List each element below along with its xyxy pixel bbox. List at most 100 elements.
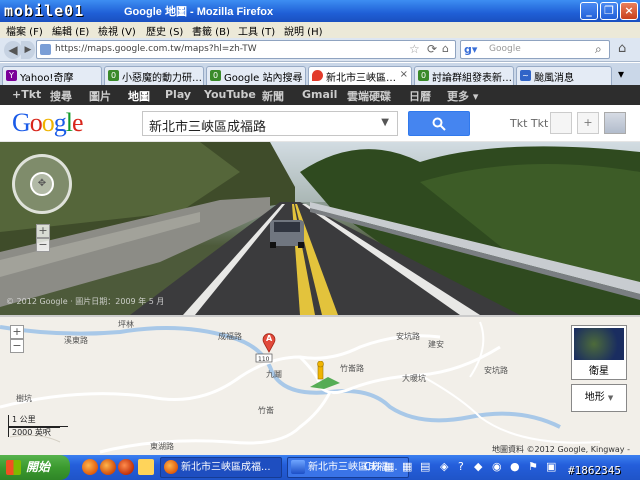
yahoo-icon: Y	[6, 70, 17, 81]
street-view-pegman-icon[interactable]	[310, 360, 342, 389]
gbar-maps[interactable]: 地圖	[128, 88, 150, 104]
site-logo: mobile01	[4, 2, 85, 20]
update-icon[interactable]: ⚑	[528, 460, 538, 473]
ime-mode-icon[interactable]: ▦	[402, 460, 412, 473]
antivirus-icon[interactable]: ●	[510, 460, 520, 473]
map-label: 溪東路	[64, 336, 88, 345]
gbar-more[interactable]: 更多 ▾	[447, 88, 478, 104]
watermark: #1862345	[568, 464, 621, 477]
gbar-plus[interactable]: +Tkt	[12, 88, 41, 101]
minimize-button[interactable]: _	[580, 2, 598, 20]
location-marker-a[interactable]: A	[262, 333, 276, 353]
map-zoom-out-button[interactable]: −	[10, 339, 24, 353]
map-label: 大暖坑	[402, 374, 426, 383]
window-icon	[291, 460, 305, 474]
compass-icon[interactable]: ✥	[30, 172, 54, 196]
maps-search-input[interactable]: 新北市三峽區成福路 ▼	[142, 111, 398, 136]
site-favicon-icon	[40, 44, 51, 55]
user-name[interactable]: Tkt Tkt	[510, 117, 548, 130]
search-query: 新北市三峽區成福路	[149, 120, 267, 135]
browser-quicklaunch-icon[interactable]	[118, 459, 134, 475]
satellite-thumbnail	[574, 328, 624, 360]
start-button[interactable]: 開始	[0, 455, 70, 480]
close-tab-icon[interactable]: ×	[400, 69, 408, 80]
network-icon[interactable]: ◈	[440, 460, 448, 473]
tab-list-icon[interactable]: ▾	[618, 67, 624, 81]
google-bar: +Tkt 搜尋 圖片 地圖 Play YouTube 新聞 Gmail 雲端硬碟…	[0, 85, 640, 105]
url-text: https://maps.google.com.tw/maps?hl=zh-TW	[55, 44, 257, 54]
gbar-drive[interactable]: 雲端硬碟	[347, 88, 391, 104]
tab-label: Yahoo!奇摩	[20, 73, 74, 84]
web-search-box[interactable]: g▾ Google ⌕	[460, 40, 610, 59]
language-indicator[interactable]: CH	[364, 460, 380, 473]
menu-bookmarks[interactable]: 書籤 (B)	[192, 23, 230, 38]
volume-icon[interactable]: ◉	[492, 460, 502, 473]
firefox-icon	[164, 460, 178, 474]
tab-typhoon-news[interactable]: ~ 颱風消息	[516, 66, 612, 85]
menu-view[interactable]: 檢視 (V)	[98, 23, 136, 38]
monitor-icon[interactable]: ▣	[546, 460, 556, 473]
forward-icon[interactable]: ▶	[21, 41, 35, 59]
sv-zoom-out-button[interactable]: −	[36, 238, 50, 252]
avatar[interactable]	[604, 112, 626, 134]
tab-mobile01-1[interactable]: 0 小惡魔的動力研…	[104, 66, 204, 85]
gbar-search[interactable]: 搜尋	[50, 88, 72, 104]
menu-help[interactable]: 說明 (H)	[284, 23, 323, 38]
gbar-calendar[interactable]: 日曆	[409, 88, 431, 104]
home-page-icon[interactable]: ⌂	[618, 41, 626, 56]
tab-google-maps[interactable]: 新北市三峽區… ×	[308, 66, 412, 85]
pan-control[interactable]: ✥	[12, 154, 72, 214]
gbar-youtube[interactable]: YouTube	[204, 88, 256, 101]
ime-icon[interactable]: ▦	[384, 460, 394, 473]
map-zoom-in-button[interactable]: +	[10, 325, 24, 339]
gbar-images[interactable]: 圖片	[89, 88, 111, 104]
firefox-quicklaunch-icon[interactable]	[82, 459, 98, 475]
tab-label: 新北市三峽區…	[326, 73, 396, 84]
tab-google-site-search[interactable]: 0 Google 站內搜尋 …	[206, 66, 306, 85]
window-title: Google 地圖 - Mozilla Firefox	[124, 6, 274, 18]
help-icon[interactable]: ?	[458, 460, 464, 473]
tab-forum-post[interactable]: 0 討論群組發表新…	[414, 66, 514, 85]
dropdown-arrow-icon[interactable]: ▼	[381, 117, 389, 128]
map-label: 坪林	[118, 320, 134, 329]
gbar-gmail[interactable]: Gmail	[302, 88, 337, 101]
windows-logo-icon	[6, 460, 21, 475]
map-label: 竹崙	[258, 406, 274, 415]
map-label: 竹崙路	[340, 364, 364, 373]
search-button[interactable]	[408, 111, 470, 136]
home-icon[interactable]: ⌂	[442, 42, 449, 55]
menu-file[interactable]: 檔案 (F)	[6, 23, 43, 38]
firefox-quicklaunch-icon-2[interactable]	[100, 459, 116, 475]
tab-yahoo[interactable]: Y Yahoo!奇摩	[2, 66, 102, 85]
restore-button[interactable]: ❐	[600, 2, 618, 20]
search-icon[interactable]: ⌕	[595, 42, 602, 57]
gbar-play[interactable]: Play	[165, 88, 191, 101]
taskbar-window-firefox[interactable]: 新北市三峽區成福...	[160, 457, 282, 478]
sv-zoom-in-button[interactable]: +	[36, 224, 50, 238]
gbar-news[interactable]: 新聞	[262, 88, 284, 104]
menu-history[interactable]: 歷史 (S)	[146, 23, 183, 38]
google-logo[interactable]: Google	[12, 108, 84, 138]
menu-edit[interactable]: 編輯 (E)	[52, 23, 89, 38]
map-view[interactable]: 110 坪林 溪東路 成福路 安坑路 建安 九鬮 竹崙路 大暖坑 樹坑 竹崙 東…	[0, 315, 640, 455]
street-view-panorama[interactable]: ✥ + − © 2012 Google · 圖片日期：2009 年 5 月	[0, 142, 640, 315]
folder-quicklaunch-icon[interactable]	[138, 459, 154, 475]
menu-tools[interactable]: 工具 (T)	[238, 23, 275, 38]
share-plus-button[interactable]: +	[577, 112, 599, 134]
security-icon[interactable]: ◆	[474, 460, 482, 473]
map-label: 東湖路	[150, 442, 174, 451]
tab-label: Google 站內搜尋 …	[224, 73, 305, 84]
scale-imperial: 2000 英呎	[12, 428, 51, 437]
bookmark-star-icon[interactable]: ☆	[409, 42, 420, 56]
keyboard-icon[interactable]: ▤	[420, 460, 430, 473]
back-icon[interactable]: ◀	[4, 41, 22, 59]
reload-icon[interactable]: ⟳	[427, 42, 437, 56]
terrain-view-button[interactable]: 地形 ▼	[571, 384, 627, 412]
search-placeholder: Google	[489, 44, 521, 54]
navigation-bar: ◀ ▶ https://maps.google.com.tw/maps?hl=z…	[0, 38, 640, 62]
taskbar-window-label: 新北市三峽區成福...	[181, 462, 271, 473]
notifications-button[interactable]	[550, 112, 572, 134]
satellite-view-button[interactable]: 衛星	[571, 325, 627, 380]
url-bar[interactable]: https://maps.google.com.tw/maps?hl=zh-TW…	[36, 40, 456, 59]
close-button[interactable]: ×	[620, 2, 638, 20]
